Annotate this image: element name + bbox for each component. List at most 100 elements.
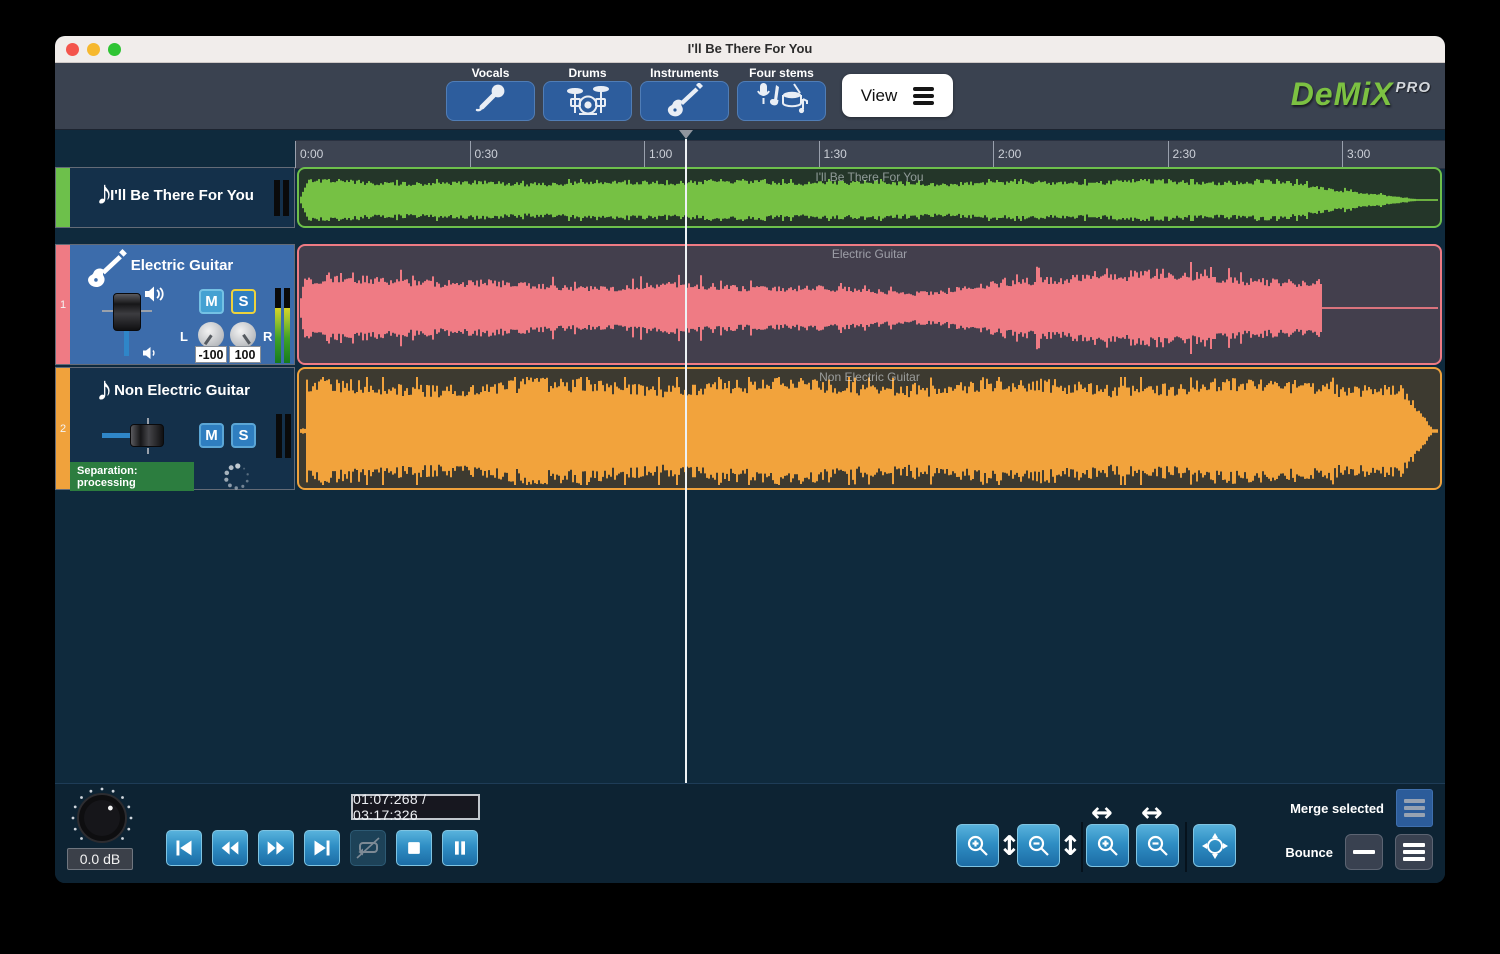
pan-right-knob[interactable] xyxy=(230,322,256,348)
volume-fader-knob[interactable] xyxy=(130,424,164,447)
track-row: ♪ I'll Be There For You I'll Be There Fo… xyxy=(55,167,1445,228)
track1-header[interactable]: ♪ I'll Be There For You xyxy=(55,167,295,228)
title-bar: I'll Be There For You xyxy=(55,36,1445,63)
instruments-label: Instruments xyxy=(650,66,719,81)
arrange-area: 0:000:301:001:302:002:303:00 ♪ I'll Be T… xyxy=(55,130,1445,783)
vocals-button[interactable] xyxy=(446,81,535,121)
instruments-group: Instruments xyxy=(640,66,729,121)
drums-button[interactable] xyxy=(543,81,632,121)
four-stems-icon xyxy=(756,81,808,122)
timeline-ruler[interactable]: 0:000:301:001:302:002:303:00 xyxy=(295,140,1445,169)
four-stems-button[interactable] xyxy=(737,81,826,121)
merge-row: Merge selected xyxy=(1290,789,1433,827)
track3-waveform xyxy=(299,369,1440,488)
separation-status-badge: Separation: processing xyxy=(70,462,194,491)
ruler-tick: 3:00 xyxy=(1342,141,1343,168)
transport-bar: 0.0 dB 01:07:268 / 03:17:326 xyxy=(55,783,1445,883)
track3-clip[interactable]: Non Electric Guitar xyxy=(297,367,1442,490)
drums-group: Drums xyxy=(543,66,632,121)
four-stems-label: Four stems xyxy=(749,66,814,81)
track1-clip[interactable]: I'll Be There For You xyxy=(297,167,1442,228)
app-window: I'll Be There For You Vocals Drums xyxy=(55,36,1445,883)
track2-number: 1 xyxy=(60,299,66,311)
logo-brand: DeMiX xyxy=(1291,76,1394,113)
pan-right-value[interactable]: 100 xyxy=(229,346,261,363)
track3-solo-button[interactable]: S xyxy=(231,423,256,448)
view-button-label: View xyxy=(861,86,898,106)
track1-panel: ♪ I'll Be There For You xyxy=(70,168,294,227)
pause-button[interactable] xyxy=(442,830,478,866)
playhead-marker-icon[interactable] xyxy=(679,130,693,139)
ruler-tick: 0:30 xyxy=(470,141,471,168)
track3-level-meter xyxy=(276,414,291,458)
vocals-label: Vocals xyxy=(472,66,510,81)
track2-color-strip: 1 xyxy=(56,245,70,364)
speaker-quiet-icon xyxy=(142,346,158,365)
electric-guitar-icon[interactable] xyxy=(640,81,729,121)
track2-title: Electric Guitar xyxy=(70,257,294,274)
pan-left-label: L xyxy=(180,329,188,344)
track2-solo-button[interactable]: S xyxy=(231,289,256,314)
speaker-loud-icon xyxy=(144,285,166,308)
track2-panel: Electric Guitar xyxy=(70,245,294,364)
fit-view-button[interactable] xyxy=(1193,824,1236,867)
master-volume-knob[interactable] xyxy=(69,786,135,850)
view-menu-icon xyxy=(913,87,934,105)
fast-forward-button[interactable] xyxy=(258,830,294,866)
track2-header[interactable]: 1 Electric Guitar xyxy=(55,244,295,365)
track2-mute-button[interactable]: M xyxy=(199,289,224,314)
track2-clip[interactable]: Electric Guitar xyxy=(297,244,1442,365)
pan-left-value[interactable]: -100 xyxy=(195,346,227,363)
track3-number: 2 xyxy=(60,423,66,435)
bounce-label: Bounce xyxy=(1285,845,1333,860)
track2-waveform xyxy=(299,246,1440,363)
drum-kit-icon xyxy=(567,81,609,122)
volume-fader-knob[interactable] xyxy=(113,293,141,331)
divider xyxy=(1185,822,1187,872)
view-button[interactable]: View xyxy=(842,74,953,117)
track3-mute-button[interactable]: M xyxy=(199,423,224,448)
ruler-tick: 1:30 xyxy=(819,141,820,168)
window-title: I'll Be There For You xyxy=(55,41,1445,56)
track-row: 1 Electric Guitar xyxy=(55,244,1445,365)
separation-buttons: Vocals Drums xyxy=(446,66,826,121)
playhead-line[interactable] xyxy=(685,139,687,783)
divider xyxy=(1081,822,1083,872)
microphone-icon xyxy=(472,82,510,121)
zoom-out-horizontal-button[interactable] xyxy=(1136,824,1179,867)
bounce-multi-button[interactable] xyxy=(1395,834,1433,870)
bounce-single-button[interactable] xyxy=(1345,834,1383,870)
track2-level-meter xyxy=(275,288,290,363)
zoom-in-horizontal-button[interactable] xyxy=(1086,824,1129,867)
track3-color-strip: 2 xyxy=(56,368,70,489)
ruler-tick: 2:00 xyxy=(993,141,994,168)
transport-buttons xyxy=(166,830,478,866)
track3-header[interactable]: 2 ♪ Non Electric Guitar M S Separation: … xyxy=(55,367,295,490)
track1-clip-label: I'll Be There For You xyxy=(299,170,1440,184)
processing-spinner-icon xyxy=(220,460,254,494)
merge-selected-button[interactable] xyxy=(1396,789,1433,827)
zoom-out-vertical-button[interactable] xyxy=(1017,824,1060,867)
four-stems-group: Four stems xyxy=(737,66,826,121)
skip-to-start-button[interactable] xyxy=(166,830,202,866)
demix-pro-logo: DeMiX PRO xyxy=(1291,76,1431,113)
zoom-in-vertical-button[interactable] xyxy=(956,824,999,867)
master-volume-value: 0.0 dB xyxy=(67,848,133,870)
drums-label: Drums xyxy=(568,66,606,81)
track-row: 2 ♪ Non Electric Guitar M S Separation: … xyxy=(55,367,1445,490)
time-display: 01:07:268 / 03:17:326 xyxy=(351,794,480,820)
track3-clip-label: Non Electric Guitar xyxy=(299,370,1440,384)
pan-left-knob[interactable] xyxy=(198,322,224,348)
logo-suffix: PRO xyxy=(1395,79,1431,96)
loop-button[interactable] xyxy=(350,830,386,866)
ruler-tick: 2:30 xyxy=(1168,141,1169,168)
skip-to-end-button[interactable] xyxy=(304,830,340,866)
track1-level-meter xyxy=(274,180,289,216)
rewind-button[interactable] xyxy=(212,830,248,866)
merge-selected-label: Merge selected xyxy=(1290,801,1384,816)
track2-clip-label: Electric Guitar xyxy=(299,247,1440,261)
stop-button[interactable] xyxy=(396,830,432,866)
bounce-row: Bounce xyxy=(1285,834,1433,870)
ruler-tick: 1:00 xyxy=(644,141,645,168)
vertical-arrows-icon: ↕ xyxy=(1059,831,1082,862)
